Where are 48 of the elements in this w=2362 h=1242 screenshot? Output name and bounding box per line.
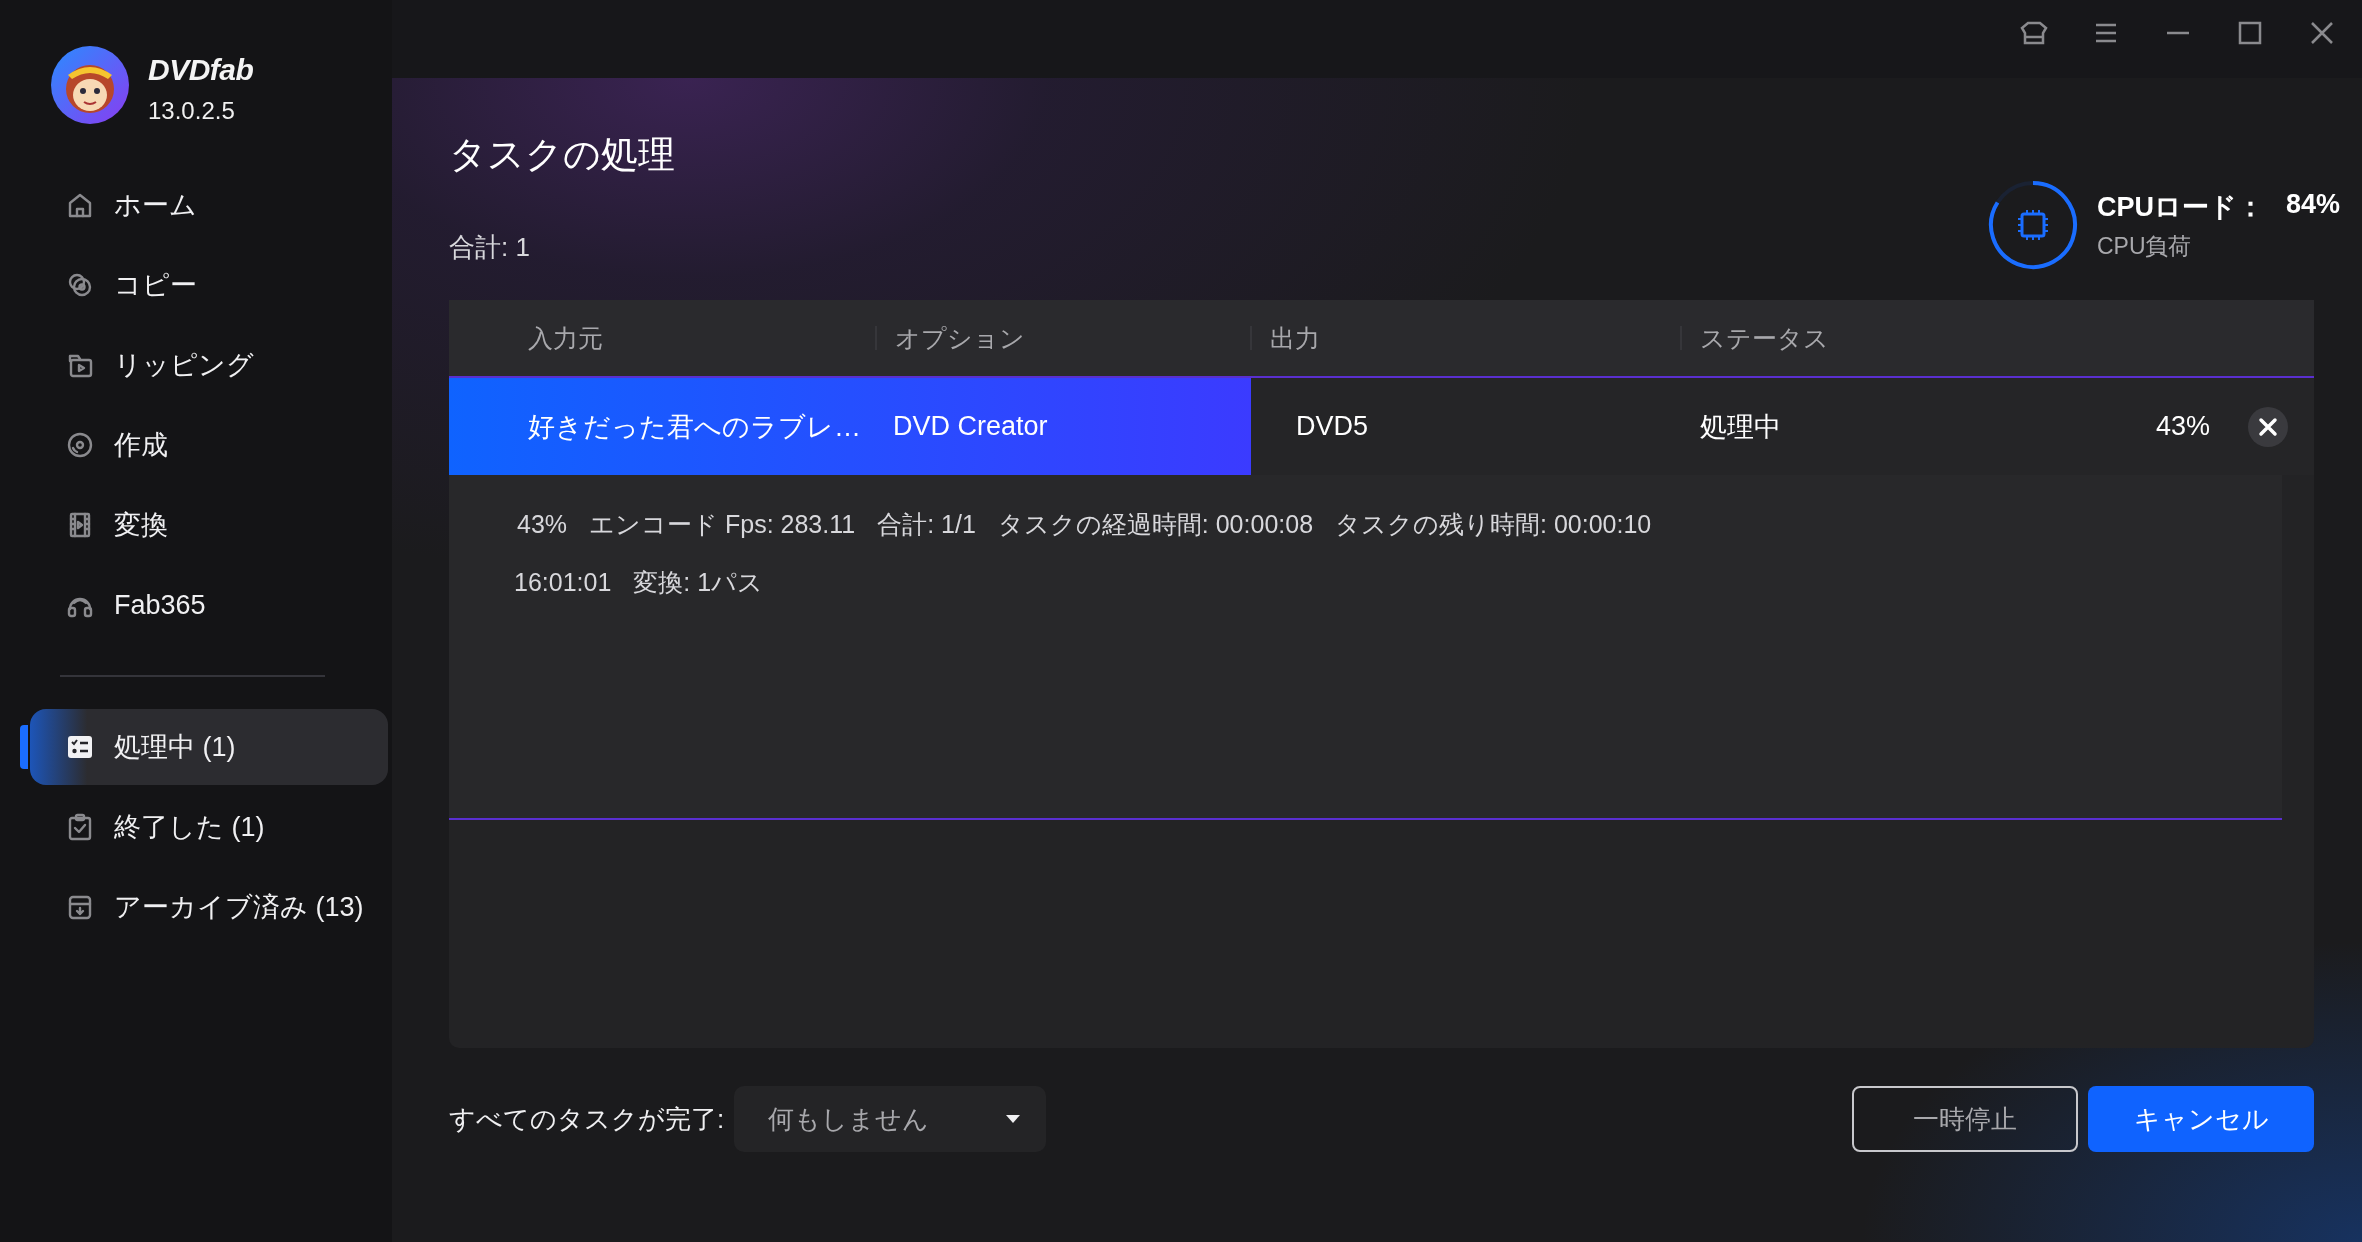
column-header: ステータス (1680, 326, 2080, 350)
sidebar-item[interactable]: コピー (30, 247, 388, 323)
sidebar-item[interactable]: Fab365 (30, 567, 388, 643)
sidebar-item[interactable]: アーカイブ済み (13) (30, 869, 388, 945)
progress-detail: 変換: 1パス (633, 566, 764, 598)
column-header: 出力 (1250, 326, 1680, 350)
table-cell-text: DVD5 (1295, 411, 1370, 442)
mascot-logo-icon (50, 45, 130, 125)
progress-detail: エンコード Fps: 283.11 (589, 508, 856, 540)
sidebar-item[interactable]: リッピング (30, 327, 388, 403)
progress-detail: 43% (517, 509, 568, 539)
sidebar-item[interactable]: 終了した (1) (30, 789, 388, 865)
discs-icon (66, 271, 94, 299)
home-icon (66, 191, 94, 219)
progress-detail: タスクの経過時間: 00:00:08 (997, 508, 1314, 540)
progress-detail: 16:01:01 (514, 567, 612, 597)
selection-indicator (20, 725, 28, 769)
task-total: 合計: 1 (449, 231, 531, 264)
page-title: タスクの処理 (449, 133, 675, 177)
checklist-icon (66, 733, 94, 761)
completion-action-dropdown[interactable]: 何もしません (734, 1086, 1047, 1152)
sidebar-item[interactable]: ホーム (30, 167, 388, 243)
cpu-load-value: 84% (2285, 188, 2340, 221)
pause-button[interactable]: 一時停止 (1852, 1086, 2078, 1152)
completion-label: すべてのタスクが完了: (449, 1102, 725, 1136)
remove-task-button[interactable] (2248, 406, 2288, 447)
column-header: 入力元 (527, 326, 604, 350)
table-cell-text: DVD Creator (892, 411, 1049, 442)
chip-icon (2016, 209, 2049, 241)
table-cell-text: 好きだった君へのラブレ… (527, 410, 862, 444)
app-version: 13.0.2.5 (148, 97, 236, 125)
clipboard-check-icon (66, 813, 94, 841)
progress-detail: 合計: 1/1 (877, 508, 976, 540)
cancel-button[interactable]: キャンセル (2088, 1086, 2314, 1152)
progress-percent: 43% (2155, 411, 2210, 442)
caret-icon (1004, 1113, 1023, 1125)
archive-box-icon (66, 893, 94, 921)
app-name: DVDfab (148, 53, 254, 87)
sidebar-item[interactable]: 変換 (30, 487, 388, 563)
disc-icon (66, 431, 94, 459)
sidebar-item[interactable]: 作成 (30, 407, 388, 483)
sidebar-item[interactable]: 処理中 (1) (30, 709, 388, 785)
cpu-load-caption: CPU負荷 (2096, 231, 2193, 261)
progress-detail: タスクの残り時間: 00:00:10 (1335, 508, 1652, 540)
x-icon (2258, 416, 2278, 437)
cpu-load-label: CPUロード： (2096, 190, 2264, 224)
table-cell-text: 処理中 (1699, 410, 1782, 444)
column-header: オプション (875, 326, 1250, 350)
